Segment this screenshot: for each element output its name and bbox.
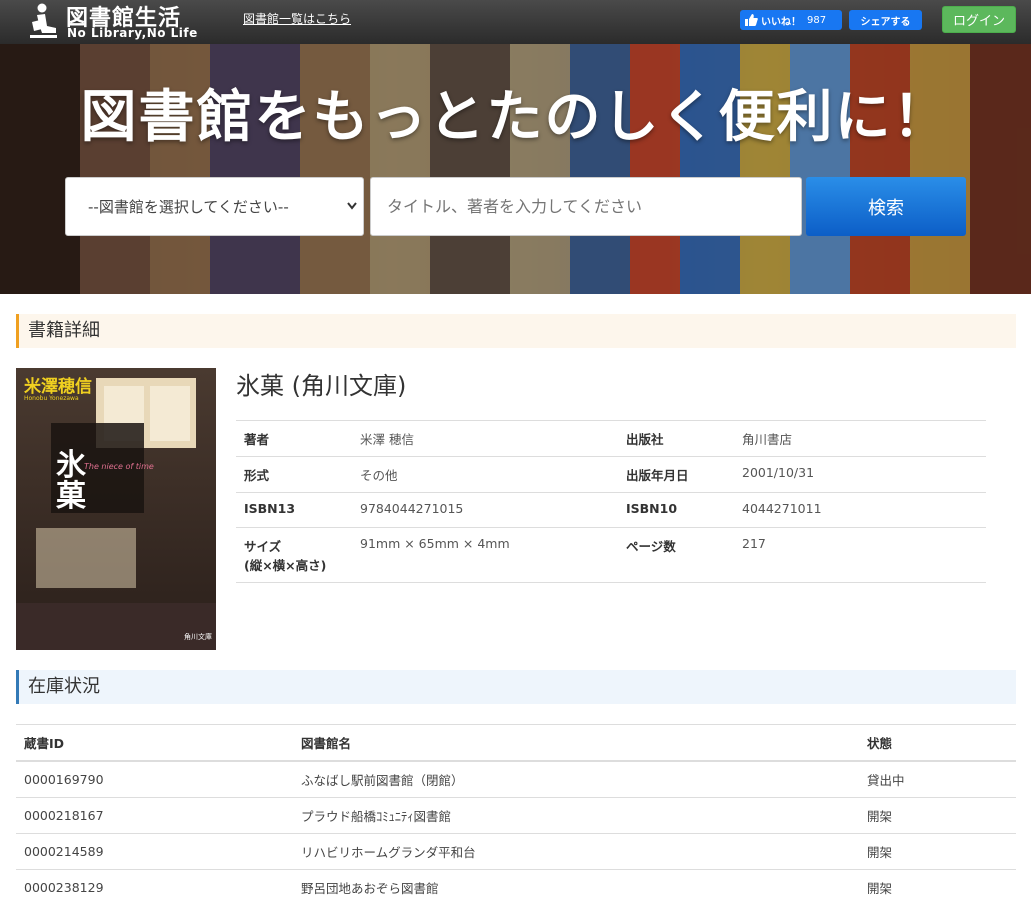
table-row: 0000218167 プラウド船橋ｺﾐｭﾆﾃｨ図書館 開架 bbox=[16, 797, 1016, 834]
cell-library: プラウド船橋ｺﾐｭﾆﾃｨ図書館 bbox=[293, 797, 859, 834]
stock-status-heading: 在庫状況 bbox=[16, 670, 1016, 704]
cell-library: 野呂団地あおぞら図書館 bbox=[293, 869, 859, 902]
label-size: サイズ (縦×横×高さ) bbox=[236, 527, 352, 583]
book-cover-image: 米澤穂信 Honobu Yonezawa 氷菓 The niece of tim… bbox=[16, 368, 216, 650]
column-header-library: 図書館名 bbox=[293, 724, 859, 762]
table-header-row: 蔵書ID 図書館名 状態 bbox=[16, 724, 1016, 762]
stock-table: 蔵書ID 図書館名 状態 0000169790 ふなばし駅前図書館（閉館） 貸出… bbox=[16, 724, 1016, 902]
cell-id: 0000238129 bbox=[16, 869, 293, 902]
value-isbn13: 9784044271015 bbox=[352, 492, 618, 528]
table-row: 0000238129 野呂団地あおぞら図書館 開架 bbox=[16, 869, 1016, 902]
table-row: サイズ (縦×横×高さ) 91mm × 65mm × 4mm ページ数 217 bbox=[236, 527, 986, 583]
facebook-like-button[interactable]: いいね！ 987 bbox=[740, 10, 842, 30]
label-isbn13: ISBN13 bbox=[236, 492, 352, 528]
label-size-sub: (縦×横×高さ) bbox=[244, 558, 327, 573]
label-format: 形式 bbox=[236, 456, 352, 493]
label-author: 著者 bbox=[236, 420, 352, 457]
cell-status: 開架 bbox=[859, 833, 1016, 870]
value-publish-date: 2001/10/31 bbox=[734, 456, 986, 493]
label-publisher: 出版社 bbox=[618, 420, 734, 457]
label-size-main: サイズ bbox=[244, 539, 282, 554]
library-list-link[interactable]: 図書館一覧はこちら bbox=[243, 10, 351, 27]
like-count: 987 bbox=[807, 14, 827, 26]
book-detail-table: 著者 米澤 穂信 出版社 角川書店 形式 その他 出版年月日 2001/10/3… bbox=[236, 420, 986, 583]
table-row: 形式 その他 出版年月日 2001/10/31 bbox=[236, 456, 986, 493]
facebook-share-button[interactable]: シェアする bbox=[849, 10, 922, 30]
library-select[interactable]: --図書館を選択してください-- bbox=[65, 177, 364, 236]
search-input[interactable] bbox=[370, 177, 802, 236]
value-pages: 217 bbox=[734, 527, 986, 583]
hero-headline: 図書館をもっとたのしく便利に！ bbox=[80, 85, 951, 150]
label-pages: ページ数 bbox=[618, 527, 734, 583]
value-format: その他 bbox=[352, 456, 618, 493]
chevron-down-icon bbox=[347, 199, 357, 213]
value-author: 米澤 穂信 bbox=[352, 420, 618, 457]
table-row: 著者 米澤 穂信 出版社 角川書店 bbox=[236, 420, 986, 457]
cell-library: ふなばし駅前図書館（閉館） bbox=[293, 761, 859, 798]
cell-status: 開架 bbox=[859, 797, 1016, 834]
thumbs-up-icon bbox=[745, 14, 758, 26]
table-row: ISBN13 9784044271015 ISBN10 4044271011 bbox=[236, 492, 986, 528]
table-row: 0000214589 リハビリホームグランダ平和台 開架 bbox=[16, 833, 1016, 870]
cover-publisher-mark: 角川文庫 bbox=[184, 633, 212, 641]
logo-english-text: No Library,No Life bbox=[67, 26, 198, 40]
label-publish-date: 出版年月日 bbox=[618, 456, 734, 493]
cover-subtitle: The niece of time bbox=[84, 462, 154, 471]
value-size: 91mm × 65mm × 4mm bbox=[352, 527, 618, 583]
cell-id: 0000214589 bbox=[16, 833, 293, 870]
cell-id: 0000218167 bbox=[16, 797, 293, 834]
library-select-value: --図書館を選択してください-- bbox=[88, 198, 289, 216]
top-navbar: 図書館生活 No Library,No Life 図書館一覧はこちら いいね！ … bbox=[0, 0, 1031, 44]
site-logo[interactable]: 図書館生活 No Library,No Life bbox=[26, 0, 226, 44]
book-detail-heading: 書籍詳細 bbox=[16, 314, 1016, 348]
book-title: 氷菓 (角川文庫) bbox=[236, 372, 407, 400]
cell-status: 開架 bbox=[859, 869, 1016, 902]
value-publisher: 角川書店 bbox=[734, 420, 986, 457]
label-isbn10: ISBN10 bbox=[618, 492, 734, 528]
column-header-id: 蔵書ID bbox=[16, 724, 293, 762]
cell-id: 0000169790 bbox=[16, 761, 293, 798]
cell-library: リハビリホームグランダ平和台 bbox=[293, 833, 859, 870]
table-row: 0000169790 ふなばし駅前図書館（閉館） 貸出中 bbox=[16, 761, 1016, 798]
cover-author: 米澤穂信 bbox=[24, 377, 92, 397]
value-isbn10: 4044271011 bbox=[734, 492, 986, 528]
cover-author-romaji: Honobu Yonezawa bbox=[24, 395, 79, 402]
cover-title: 氷菓 bbox=[56, 448, 86, 514]
login-button[interactable]: ログイン bbox=[942, 6, 1016, 33]
column-header-status: 状態 bbox=[859, 724, 1016, 762]
search-button[interactable]: 検索 bbox=[806, 177, 966, 236]
like-label: いいね！ bbox=[761, 16, 801, 28]
hero-banner: 図書館をもっとたのしく便利に！ --図書館を選択してください-- 検索 bbox=[0, 44, 1031, 294]
cell-status: 貸出中 bbox=[859, 761, 1016, 798]
reading-person-icon bbox=[30, 3, 57, 38]
